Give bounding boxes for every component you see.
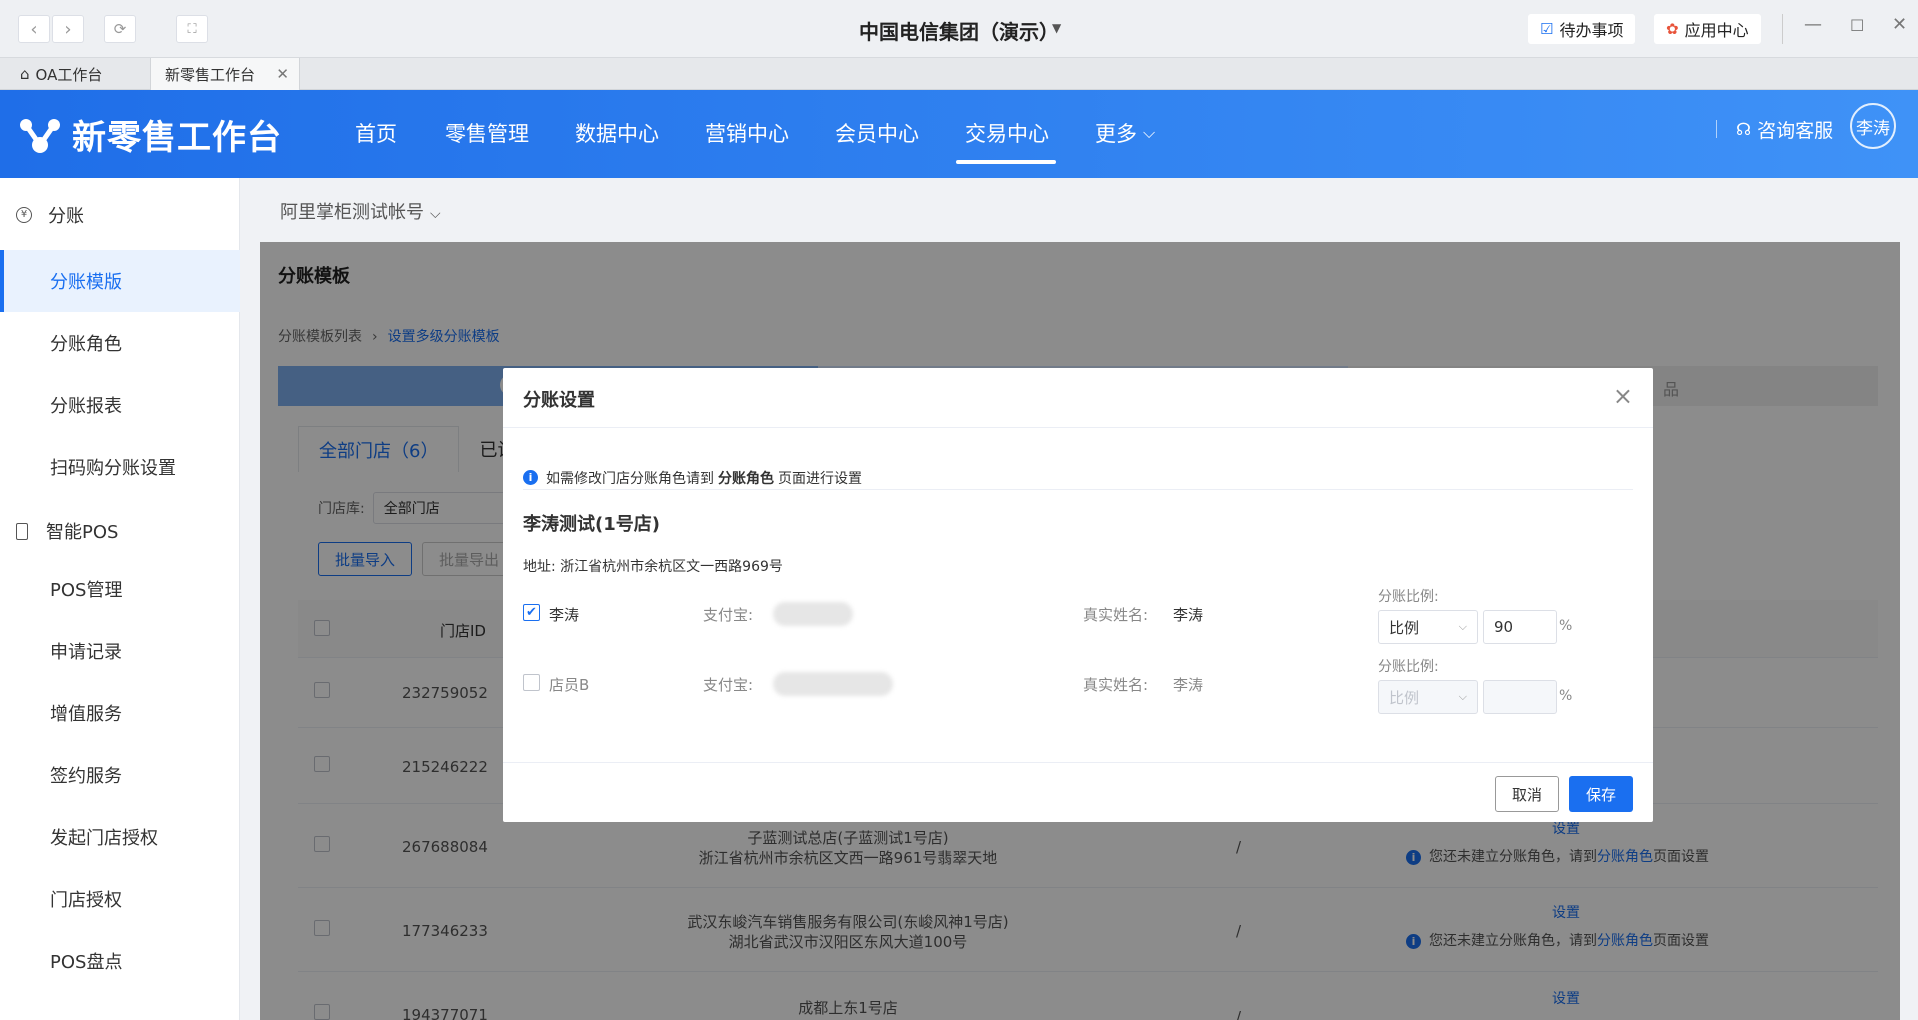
minimize-button[interactable]: — bbox=[1804, 14, 1822, 35]
store-name: 李涛测试(1号店) bbox=[523, 514, 660, 535]
brand[interactable]: 新零售工作台 bbox=[18, 110, 282, 159]
member-checkbox[interactable]: ✔ bbox=[523, 604, 540, 621]
save-button[interactable]: 保存 bbox=[1569, 776, 1633, 812]
sidebar-group-split[interactable]: ¥ 分账 bbox=[16, 202, 84, 228]
chevron-down-icon: ⌵ bbox=[1143, 123, 1156, 142]
avatar[interactable]: 李涛 bbox=[1850, 103, 1896, 149]
ratio-type-select[interactable]: 比例 ⌵ bbox=[1378, 610, 1478, 644]
nav-data[interactable]: 数据中心 bbox=[575, 118, 659, 148]
home-icon: ⌂ bbox=[20, 65, 30, 83]
sidebar-item-split-role[interactable]: 分账角色 bbox=[0, 312, 240, 374]
sidebar-item-store-auth[interactable]: 门店授权 bbox=[0, 868, 240, 930]
headset-icon: ☊ bbox=[1736, 119, 1752, 140]
sidebar-item-pos-inventory[interactable]: POS盘点 bbox=[0, 930, 240, 992]
brand-logo-icon bbox=[20, 118, 60, 153]
info-icon: i bbox=[523, 470, 538, 485]
maximize-button[interactable]: ☐ bbox=[1850, 16, 1864, 35]
ratio-label: 分账比例: bbox=[1378, 589, 1439, 605]
dialog-footer-divider bbox=[503, 762, 1653, 763]
real-name-label: 真实姓名: bbox=[1083, 606, 1149, 624]
member-checkbox[interactable] bbox=[523, 674, 540, 691]
sidebar-item-value-added[interactable]: 增值服务 bbox=[0, 682, 240, 744]
ratio-type-select[interactable]: 比例 ⌵ bbox=[1378, 680, 1478, 714]
nav-retail[interactable]: 零售管理 bbox=[445, 118, 529, 148]
chevron-down-icon: ⌵ bbox=[1458, 620, 1467, 633]
tab-new-retail[interactable]: 新零售工作台 ✕ bbox=[150, 58, 300, 90]
top-navbar: 新零售工作台 首页 零售管理 数据中心 营销中心 会员中心 交易中心 更多 ⌵ ☊… bbox=[0, 90, 1918, 178]
close-window-button[interactable]: ✕ bbox=[1892, 14, 1907, 35]
caret-down-icon[interactable]: ▼ bbox=[1052, 21, 1061, 35]
sidebar-item-contract[interactable]: 签约服务 bbox=[0, 744, 240, 806]
close-icon[interactable]: × bbox=[1613, 382, 1633, 410]
consult-button[interactable]: ☊ 咨询客服 bbox=[1736, 116, 1833, 143]
sidebar-item-apply-records[interactable]: 申请记录 bbox=[0, 620, 240, 682]
member-row: ✔ 李涛 支付宝: 真实姓名: 李涛 分账比例: 比例 ⌵ 90 % bbox=[523, 589, 1633, 658]
store-address: 地址: 浙江省杭州市余杭区文一西路969号 bbox=[523, 559, 783, 575]
percent-label: % bbox=[1559, 688, 1573, 704]
chevron-down-icon: ⌵ bbox=[1458, 690, 1467, 703]
sidebar: ¥ 分账 分账模版 分账角色 分账报表 扫码购分账设置 智能POS POS管理 申… bbox=[0, 178, 240, 1020]
sidebar-item-pos-manage[interactable]: POS管理 bbox=[0, 558, 240, 620]
sidebar-item-split-report[interactable]: 分账报表 bbox=[0, 374, 240, 436]
app-center-icon: ✿ bbox=[1666, 20, 1679, 38]
tab-bar: ⌂ OA工作台 新零售工作台 ✕ bbox=[0, 58, 1918, 90]
nav-trade[interactable]: 交易中心 bbox=[965, 118, 1049, 148]
dialog-header: 分账设置 × bbox=[503, 368, 1653, 428]
tip-role-link[interactable]: 分账角色 bbox=[718, 468, 774, 488]
nav-active-underline bbox=[956, 160, 1056, 164]
todo-button[interactable]: ☑ 待办事项 bbox=[1528, 14, 1636, 44]
yen-icon: ¥ bbox=[16, 207, 32, 223]
account-selector[interactable]: 阿里掌柜测试帐号 ⌵ bbox=[280, 198, 441, 224]
split-settings-dialog: 分账设置 × i 如需修改门店分账角色请到 分账角色 页面进行设置 李涛测试(1号店)… bbox=[503, 368, 1653, 822]
divider bbox=[1782, 14, 1783, 44]
member-name: 店员B bbox=[549, 676, 590, 694]
ratio-input[interactable] bbox=[1483, 680, 1557, 714]
alipay-label: 支付宝: bbox=[703, 606, 754, 624]
real-name-label: 真实姓名: bbox=[1083, 676, 1149, 694]
sidebar-item-scan-split[interactable]: 扫码购分账设置 bbox=[0, 436, 240, 498]
divider bbox=[1716, 120, 1717, 138]
alipay-account-blurred bbox=[773, 602, 853, 626]
real-name-value: 李涛 bbox=[1173, 676, 1204, 694]
chevron-down-icon: ⌵ bbox=[430, 206, 441, 222]
ratio-input[interactable]: 90 bbox=[1483, 610, 1557, 644]
real-name-value: 李涛 bbox=[1173, 606, 1204, 624]
window-titlebar: ‹ › ⟳ ⛶ 中国电信集团（演示） ▼ ☑ 待办事项 ✿ 应用中心 — ☐ ✕ bbox=[0, 0, 1918, 58]
nav-home[interactable]: 首页 bbox=[355, 118, 397, 148]
dialog-title: 分账设置 bbox=[523, 390, 595, 411]
nav-member[interactable]: 会员中心 bbox=[835, 118, 919, 148]
sidebar-group-pos[interactable]: 智能POS bbox=[16, 518, 118, 544]
sidebar-item-split-template[interactable]: 分账模版 bbox=[0, 250, 240, 312]
cancel-button[interactable]: 取消 bbox=[1495, 776, 1559, 812]
sidebar-item-start-auth[interactable]: 发起门店授权 bbox=[0, 806, 240, 868]
todo-icon: ☑ bbox=[1540, 20, 1554, 38]
info-tip: i 如需修改门店分账角色请到 分账角色 页面进行设置 bbox=[523, 466, 1633, 490]
member-name: 李涛 bbox=[549, 606, 580, 624]
nav-more[interactable]: 更多 ⌵ bbox=[1095, 118, 1155, 148]
percent-label: % bbox=[1559, 618, 1573, 634]
close-tab-icon[interactable]: ✕ bbox=[276, 65, 289, 83]
nav-marketing[interactable]: 营销中心 bbox=[705, 118, 789, 148]
alipay-label: 支付宝: bbox=[703, 676, 754, 694]
alipay-account-blurred bbox=[773, 672, 893, 696]
ratio-label: 分账比例: bbox=[1378, 659, 1439, 675]
member-row: 店员B 支付宝: 真实姓名: 李涛 分账比例: 比例 ⌵ % bbox=[523, 659, 1633, 728]
pos-icon bbox=[16, 522, 28, 540]
tab-oa[interactable]: ⌂ OA工作台 bbox=[20, 58, 102, 90]
app-center-button[interactable]: ✿ 应用中心 bbox=[1654, 14, 1761, 44]
